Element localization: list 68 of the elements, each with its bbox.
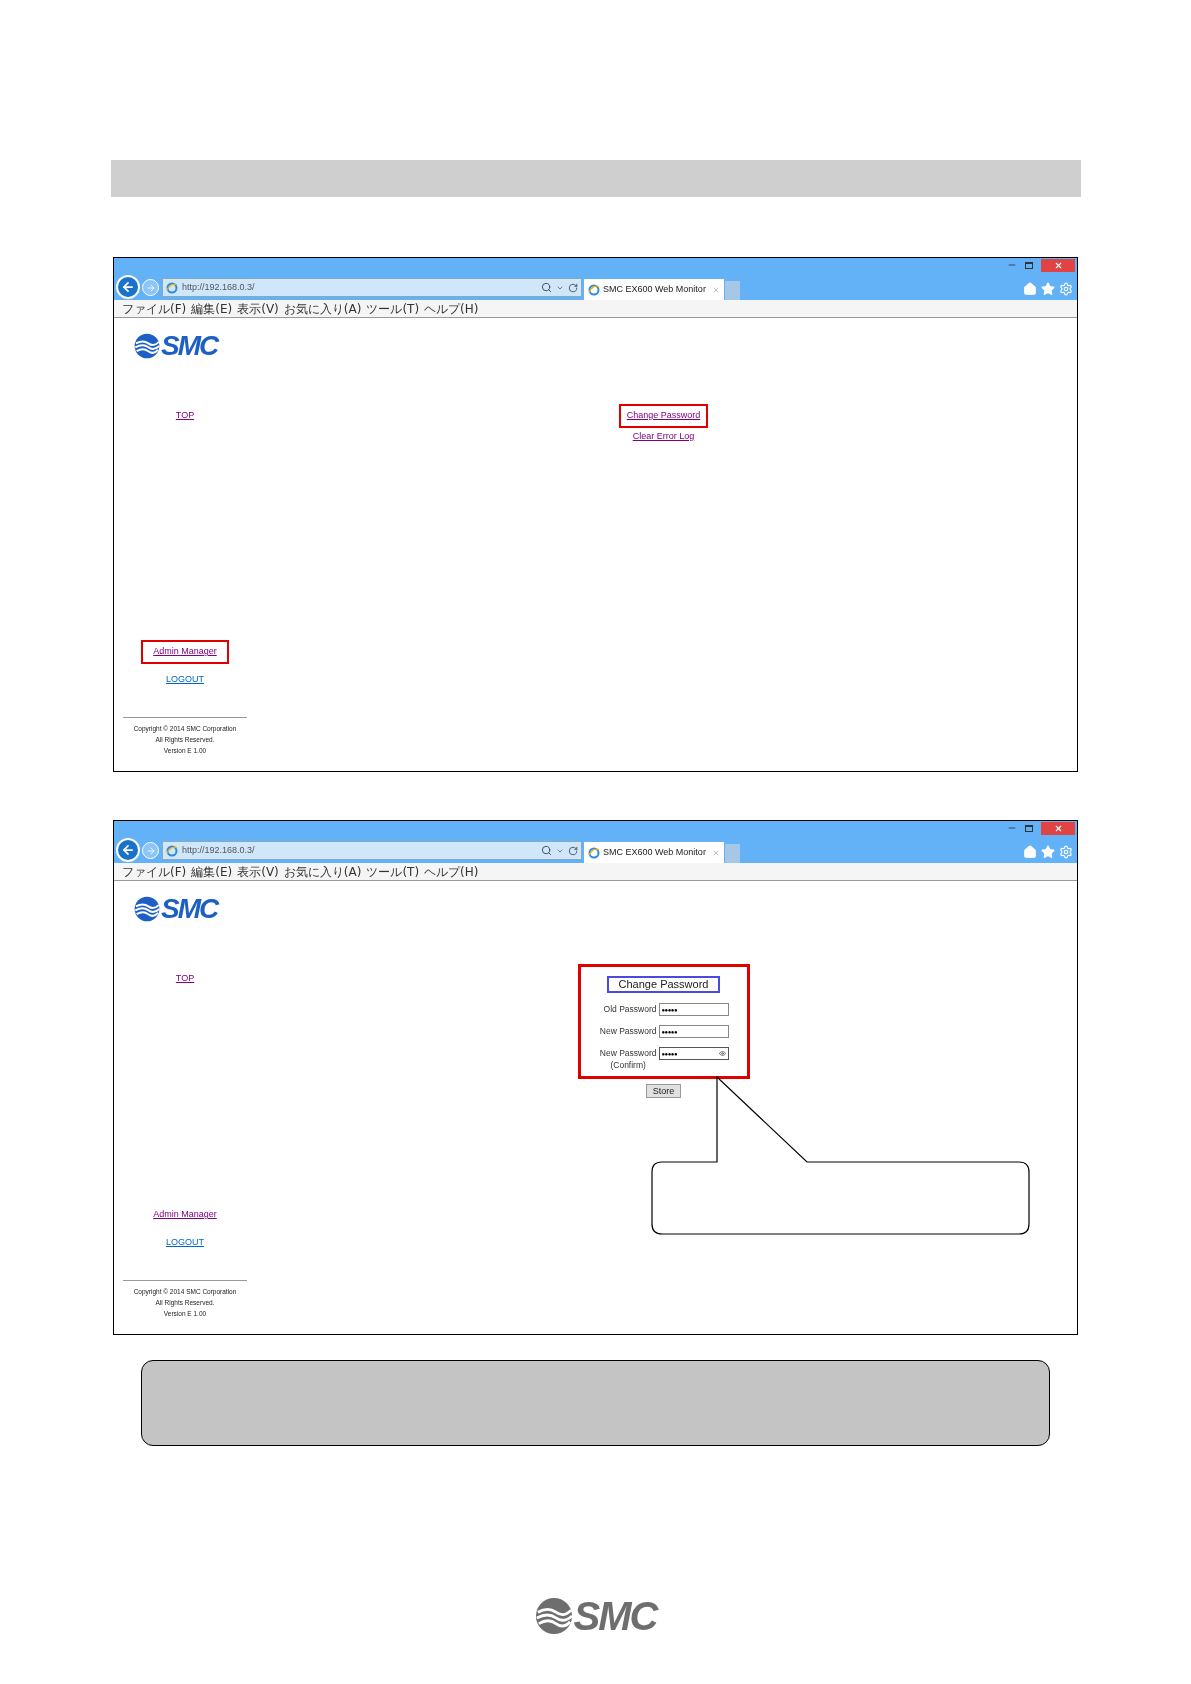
settings-icon[interactable] (1059, 282, 1073, 296)
logo-text: SMC (161, 895, 218, 923)
back-arrow-icon (121, 280, 135, 294)
close-tab-icon[interactable] (712, 285, 720, 294)
browser-tab[interactable]: SMC EX600 Web Monitor (584, 842, 724, 863)
nav-link[interactable]: LOGOUT (154, 1230, 216, 1254)
search-icon[interactable] (541, 282, 552, 293)
star-icon[interactable] (1041, 282, 1055, 296)
field-sublabel: (Confirm) (610, 1060, 646, 1070)
form-title: Change Password (606, 976, 721, 993)
close-icon (1053, 260, 1063, 270)
restore-icon[interactable] (1025, 824, 1033, 832)
address-text: http://192.168.0.3/ (182, 843, 256, 857)
nav-link[interactable]: Admin Manager (141, 640, 229, 664)
forward-button[interactable] (142, 279, 159, 296)
address-text: http://192.168.0.3/ (182, 280, 256, 294)
star-icon[interactable] (1041, 845, 1055, 859)
refresh-icon[interactable] (568, 845, 578, 856)
store-button[interactable]: Store (645, 1084, 682, 1098)
forward-arrow-icon (145, 282, 156, 293)
browser-tab[interactable]: SMC EX600 Web Monitor (584, 279, 724, 300)
smc-emblem-icon (134, 333, 160, 359)
nav-link[interactable]: LOGOUT (154, 667, 216, 691)
close-tab-icon[interactable] (712, 848, 720, 857)
menu-item[interactable]: ファイル(F) (122, 863, 187, 880)
smc-emblem-icon (134, 896, 160, 922)
menu-item[interactable]: 表示(V) (237, 863, 279, 880)
browser-icon (588, 283, 600, 296)
search-icon[interactable] (541, 845, 552, 856)
menu-link[interactable]: Change Password (618, 404, 709, 428)
nav-link[interactable]: TOP (163, 967, 207, 991)
nav-link[interactable]: Admin Manager (141, 1203, 229, 1227)
close-icon (1053, 823, 1063, 833)
back-button[interactable] (116, 275, 140, 299)
browser-icon (166, 844, 178, 857)
nav-link[interactable]: TOP (163, 404, 207, 428)
field-label: Old Password (603, 1003, 657, 1016)
reveal-icon[interactable] (718, 1050, 726, 1057)
menu-item[interactable]: お気に入り(A) (283, 863, 362, 880)
menu-link[interactable]: Clear Error Log (624, 427, 703, 445)
home-icon[interactable] (1023, 282, 1037, 296)
logo-text: SMC (573, 1596, 657, 1636)
browser-icon (588, 846, 600, 859)
address-bar[interactable]: http://192.168.0.3/ (162, 278, 582, 297)
menu-item[interactable]: ヘルプ(H) (424, 300, 479, 317)
restore-icon[interactable] (1025, 261, 1033, 269)
field-label: New Password (599, 1025, 657, 1038)
smc-emblem-icon (534, 1597, 573, 1635)
menu-item[interactable]: お気に入り(A) (283, 300, 362, 317)
home-icon[interactable] (1023, 845, 1037, 859)
forward-button[interactable] (142, 842, 159, 859)
menu-item[interactable]: ファイル(F) (122, 300, 187, 317)
close-button[interactable] (1041, 258, 1075, 272)
menu-item[interactable]: ヘルプ(H) (424, 863, 479, 880)
logo-text: SMC (161, 332, 218, 360)
menu-item[interactable]: 編集(E) (191, 863, 233, 880)
menu-item[interactable]: 編集(E) (191, 300, 233, 317)
menu-item[interactable]: ツール(T) (366, 300, 420, 317)
refresh-icon[interactable] (568, 282, 578, 293)
address-bar[interactable]: http://192.168.0.3/ (162, 841, 582, 860)
browser-icon (166, 281, 178, 294)
menu-item[interactable]: ツール(T) (366, 863, 420, 880)
settings-icon[interactable] (1059, 845, 1073, 859)
back-button[interactable] (116, 838, 140, 862)
menu-item[interactable]: 表示(V) (237, 300, 279, 317)
forward-arrow-icon (145, 845, 156, 856)
close-button[interactable] (1041, 821, 1075, 835)
field-label: New Password (599, 1047, 657, 1060)
